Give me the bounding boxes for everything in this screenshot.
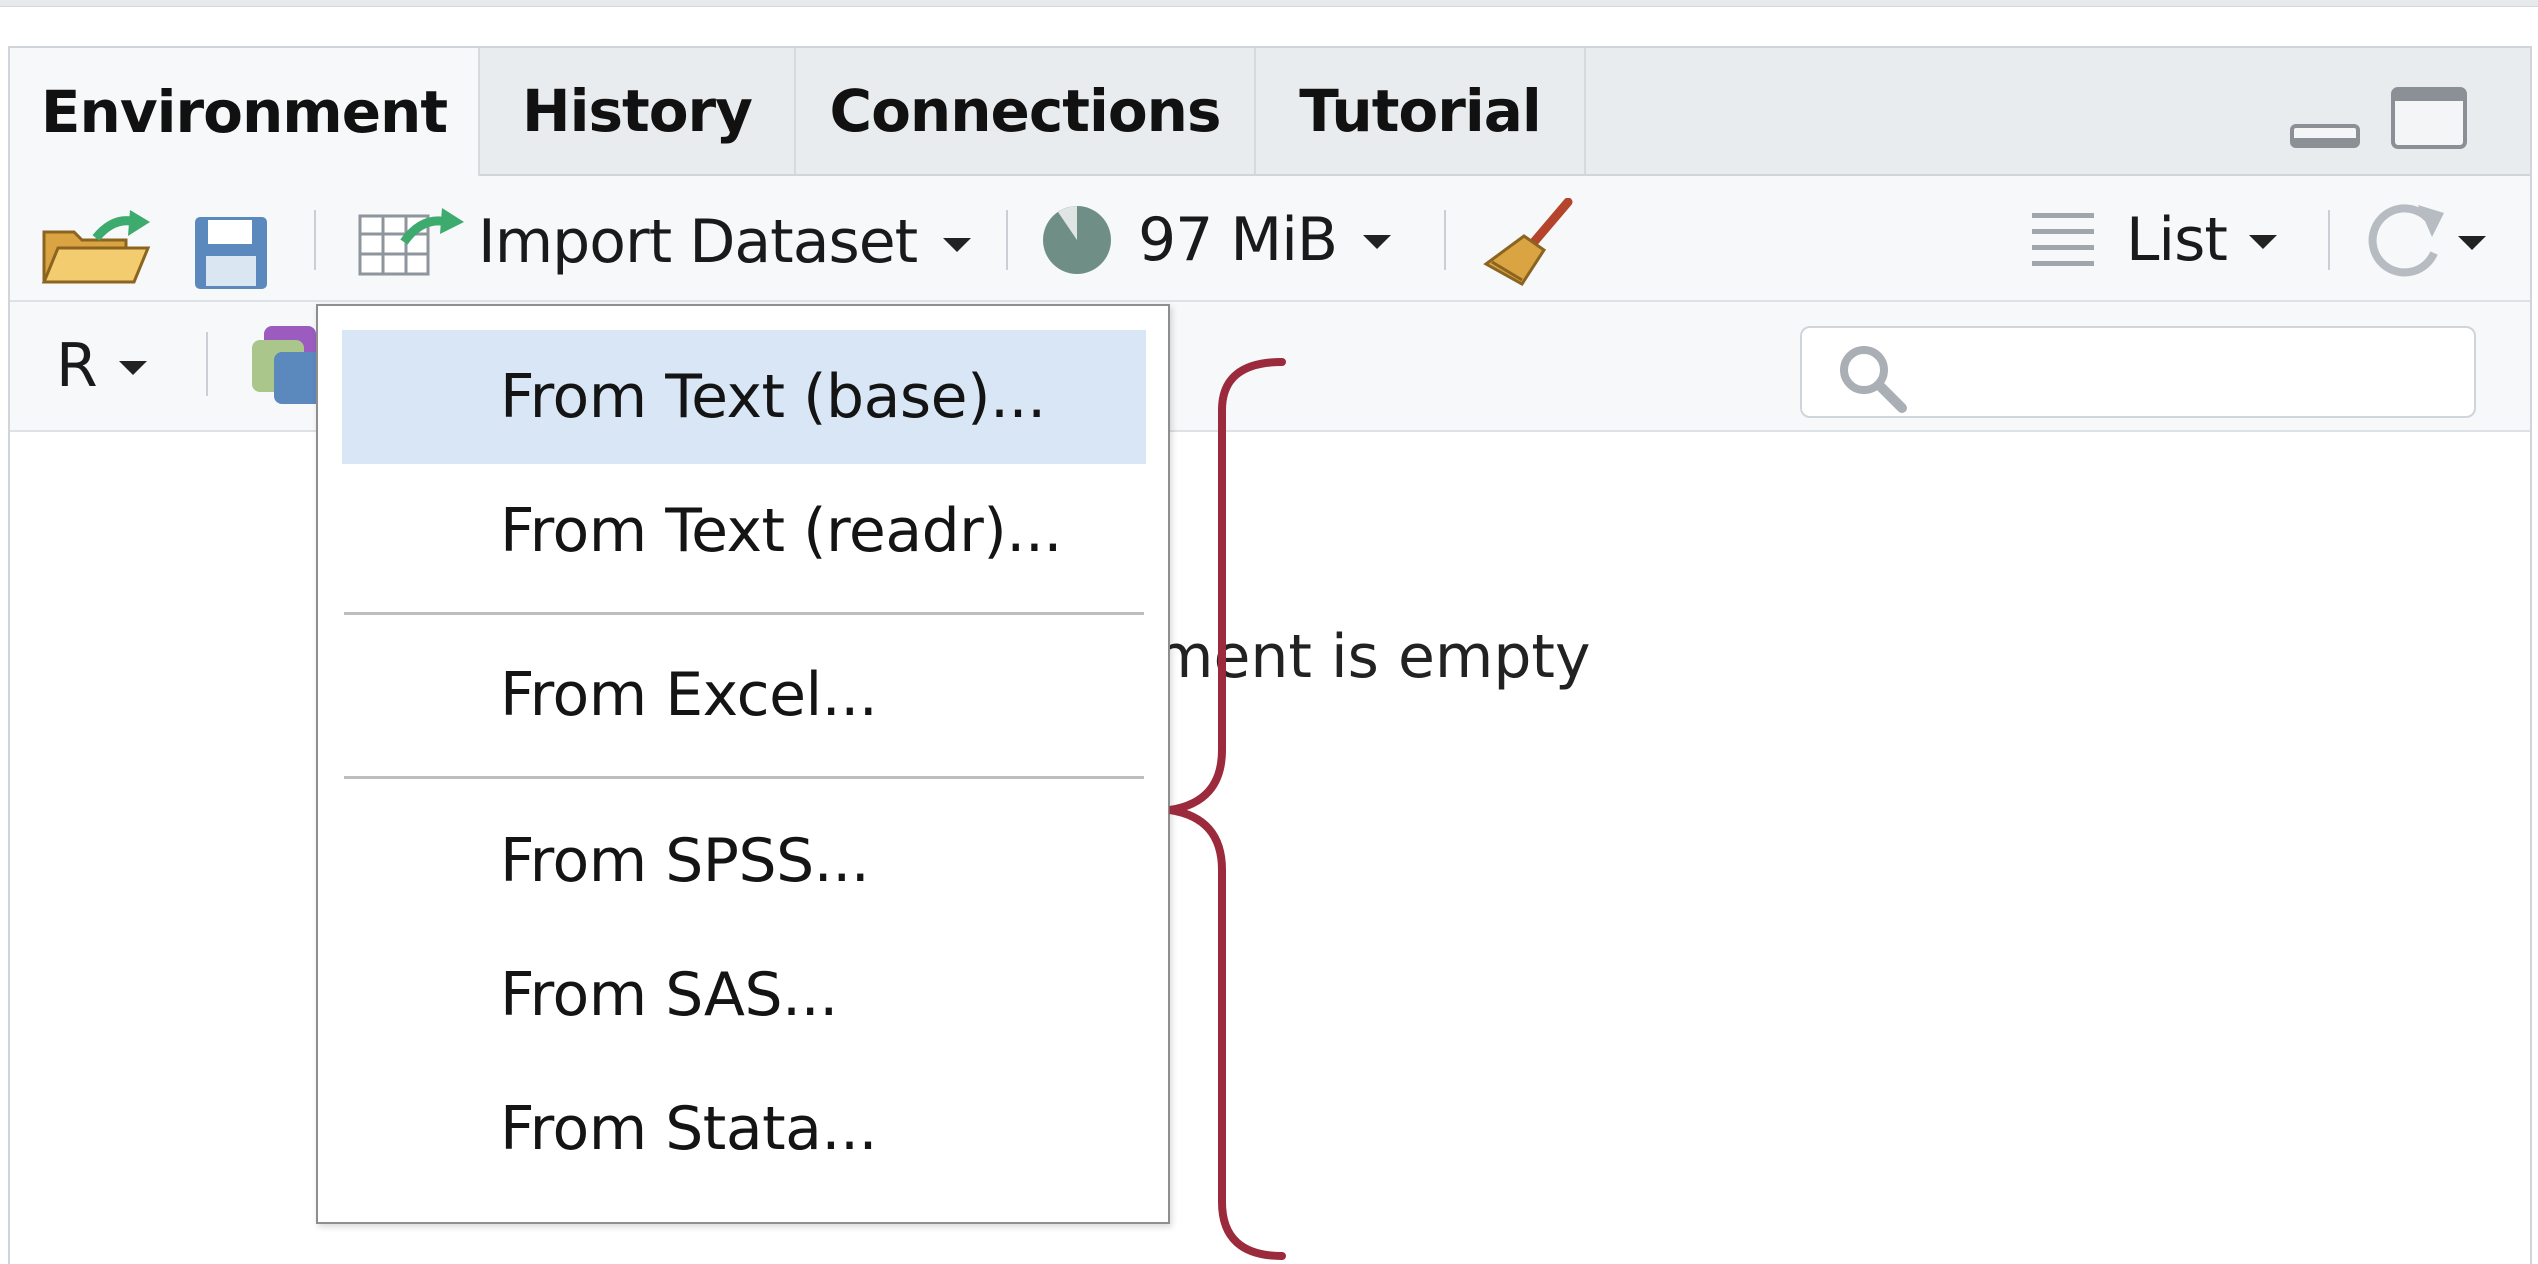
tab-bar: Environment History Connections Tutorial xyxy=(10,48,2530,176)
view-mode-label: List xyxy=(2126,205,2228,275)
chevron-down-icon xyxy=(943,238,972,252)
language-label: R xyxy=(56,331,98,401)
memory-usage-label: 97 MiB xyxy=(1138,205,1338,275)
tab-connections[interactable]: Connections xyxy=(796,48,1256,174)
toolbar-separator xyxy=(314,210,316,270)
refresh-icon xyxy=(2368,204,2444,277)
view-mode-button[interactable]: List xyxy=(2030,200,2277,280)
language-select[interactable]: R xyxy=(56,326,147,406)
maximize-icon[interactable] xyxy=(2390,86,2468,150)
menu-separator xyxy=(344,612,1144,615)
annotation-brace xyxy=(1169,358,1286,1260)
top-strip xyxy=(0,0,2538,7)
chevron-down-icon xyxy=(2458,236,2486,250)
memory-usage-button[interactable]: 97 MiB xyxy=(1040,200,1392,280)
import-dataset-menu: From Text (base)... From Text (readr)...… xyxy=(316,304,1170,1224)
menu-item-from-text-readr[interactable]: From Text (readr)... xyxy=(342,464,1146,598)
tab-history[interactable]: History xyxy=(480,48,796,174)
toolbar-separator xyxy=(206,332,208,396)
chevron-down-icon xyxy=(118,361,147,375)
refresh-button[interactable] xyxy=(2364,200,2486,280)
menu-item-from-sas[interactable]: From SAS... xyxy=(342,928,1146,1062)
toolbar-separator xyxy=(1444,210,1446,270)
menu-item-from-stata[interactable]: From Stata... xyxy=(342,1062,1146,1196)
chevron-down-icon xyxy=(2248,235,2277,249)
broom-icon[interactable] xyxy=(1482,198,1578,290)
toolbar-separator xyxy=(2328,210,2330,270)
save-icon[interactable] xyxy=(192,214,270,292)
chevron-down-icon xyxy=(1363,235,1392,249)
list-lines-icon xyxy=(2032,213,2094,266)
menu-separator xyxy=(344,776,1144,779)
search-input[interactable] xyxy=(1800,326,2476,418)
import-dataset-button[interactable]: Import Dataset xyxy=(356,202,972,282)
minimize-icon[interactable] xyxy=(2290,86,2360,150)
search-icon xyxy=(1840,346,1907,413)
memory-pie-icon xyxy=(1043,206,1111,274)
menu-item-from-spss[interactable]: From SPSS... xyxy=(342,794,1146,928)
import-dataset-label: Import Dataset xyxy=(478,207,918,277)
tab-environment[interactable]: Environment xyxy=(10,48,480,176)
toolbar-separator xyxy=(1006,210,1008,270)
menu-item-from-excel[interactable]: From Excel... xyxy=(342,628,1146,762)
tab-tutorial[interactable]: Tutorial xyxy=(1256,48,1586,174)
import-table-icon xyxy=(358,208,464,276)
environment-toolbar: Import Dataset 97 MiB List xyxy=(10,176,2530,302)
menu-item-from-text-base[interactable]: From Text (base)... xyxy=(342,330,1146,464)
open-folder-icon[interactable] xyxy=(40,210,152,286)
